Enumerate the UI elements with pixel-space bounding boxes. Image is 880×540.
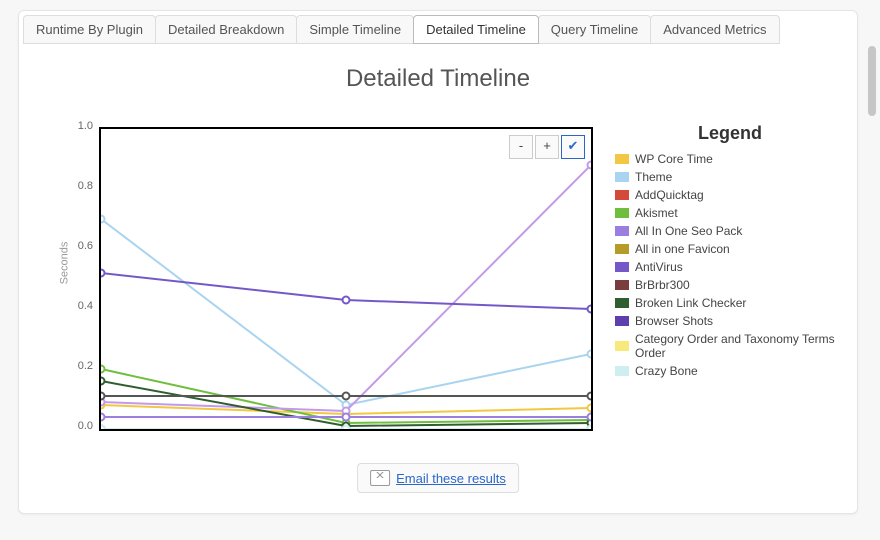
- tab-query-timeline[interactable]: Query Timeline: [538, 15, 651, 44]
- legend: Legend WP Core Time Theme AddQuicktag Akism…: [615, 123, 845, 382]
- zoom-in-button[interactable]: +: [535, 135, 559, 159]
- legend-swatch: [615, 172, 629, 182]
- series-point[interactable]: [343, 414, 350, 421]
- tab-strip: Runtime By PluginDetailed BreakdownSimpl…: [23, 15, 779, 44]
- legend-swatch: [615, 208, 629, 218]
- legend-label: Category Order and Taxonomy Terms Order: [635, 332, 845, 360]
- series-point[interactable]: [101, 378, 105, 385]
- legend-label: BrBrbr300: [635, 278, 690, 292]
- legend-item[interactable]: Browser Shots: [615, 314, 845, 328]
- email-results-button[interactable]: Email these results: [357, 463, 519, 493]
- legend-label: Browser Shots: [635, 314, 713, 328]
- legend-swatch: [615, 280, 629, 290]
- legend-swatch: [615, 244, 629, 254]
- tab-detailed-breakdown[interactable]: Detailed Breakdown: [155, 15, 297, 44]
- legend-item[interactable]: WP Core Time: [615, 152, 845, 166]
- series-point[interactable]: [588, 306, 592, 313]
- legend-swatch: [615, 154, 629, 164]
- series-point[interactable]: [101, 393, 105, 400]
- legend-item[interactable]: BrBrbr300: [615, 278, 845, 292]
- legend-swatch: [615, 341, 629, 351]
- legend-item[interactable]: Broken Link Checker: [615, 296, 845, 310]
- chart-title: Detailed Timeline: [19, 65, 857, 93]
- series-point[interactable]: [101, 366, 105, 373]
- series-point[interactable]: [101, 270, 105, 277]
- y-tick: 0.8: [65, 180, 93, 192]
- tab-content: Detailed Timeline Seconds 0.00.20.40.60.…: [19, 47, 857, 513]
- legend-item[interactable]: Crazy Bone: [615, 364, 845, 378]
- series-point[interactable]: [588, 414, 592, 421]
- y-tick: 0.0: [65, 420, 93, 432]
- legend-label: AntiVirus: [635, 260, 683, 274]
- legend-swatch: [615, 262, 629, 272]
- tab-simple-timeline[interactable]: Simple Timeline: [296, 15, 414, 44]
- performance-panel: Runtime By PluginDetailed BreakdownSimpl…: [18, 10, 858, 514]
- series-point[interactable]: [588, 405, 592, 412]
- email-results-link[interactable]: Email these results: [396, 471, 506, 486]
- series-point[interactable]: [101, 414, 105, 421]
- legend-label: AddQuicktag: [635, 188, 704, 202]
- y-tick: 0.6: [65, 240, 93, 252]
- toggle-markers-checkbox[interactable]: ✔: [561, 135, 585, 159]
- series-line[interactable]: [101, 165, 591, 411]
- legend-item[interactable]: All In One Seo Pack: [615, 224, 845, 238]
- legend-item[interactable]: AntiVirus: [615, 260, 845, 274]
- series-point[interactable]: [588, 351, 592, 358]
- series-point[interactable]: [588, 426, 592, 430]
- zoom-out-button[interactable]: -: [509, 135, 533, 159]
- series-point[interactable]: [588, 162, 592, 169]
- y-tick: 0.4: [65, 300, 93, 312]
- series-point[interactable]: [343, 426, 350, 430]
- series-point[interactable]: [588, 393, 592, 400]
- legend-swatch: [615, 366, 629, 376]
- series-point[interactable]: [101, 216, 105, 223]
- legend-label: Akismet: [635, 206, 678, 220]
- legend-label: All In One Seo Pack: [635, 224, 742, 238]
- legend-item[interactable]: Category Order and Taxonomy Terms Order: [615, 332, 845, 360]
- legend-item[interactable]: All in one Favicon: [615, 242, 845, 256]
- chart-area: Seconds 0.00.20.40.60.81.0 - + ✔ Legend …: [99, 127, 849, 457]
- scrollbar-thumb[interactable]: [868, 46, 876, 116]
- legend-item[interactable]: Theme: [615, 170, 845, 184]
- legend-swatch: [615, 190, 629, 200]
- legend-swatch: [615, 298, 629, 308]
- series-point[interactable]: [343, 297, 350, 304]
- legend-label: WP Core Time: [635, 152, 713, 166]
- legend-swatch: [615, 226, 629, 236]
- plot-area[interactable]: - + ✔: [99, 127, 593, 431]
- series-line[interactable]: [101, 219, 591, 405]
- legend-label: Theme: [635, 170, 672, 184]
- tab-advanced-metrics[interactable]: Advanced Metrics: [650, 15, 779, 44]
- legend-label: All in one Favicon: [635, 242, 730, 256]
- tab-runtime-by-plugin[interactable]: Runtime By Plugin: [23, 15, 156, 44]
- tab-detailed-timeline[interactable]: Detailed Timeline: [413, 15, 539, 44]
- legend-item[interactable]: AddQuicktag: [615, 188, 845, 202]
- legend-title: Legend: [615, 123, 845, 144]
- plot-controls: - + ✔: [509, 135, 585, 159]
- legend-item[interactable]: Akismet: [615, 206, 845, 220]
- legend-label: Crazy Bone: [635, 364, 698, 378]
- y-tick: 1.0: [65, 120, 93, 132]
- y-tick: 0.2: [65, 360, 93, 372]
- legend-swatch: [615, 316, 629, 326]
- legend-label: Broken Link Checker: [635, 296, 746, 310]
- series-point[interactable]: [343, 393, 350, 400]
- series-point[interactable]: [101, 426, 105, 430]
- mail-icon: [370, 470, 390, 486]
